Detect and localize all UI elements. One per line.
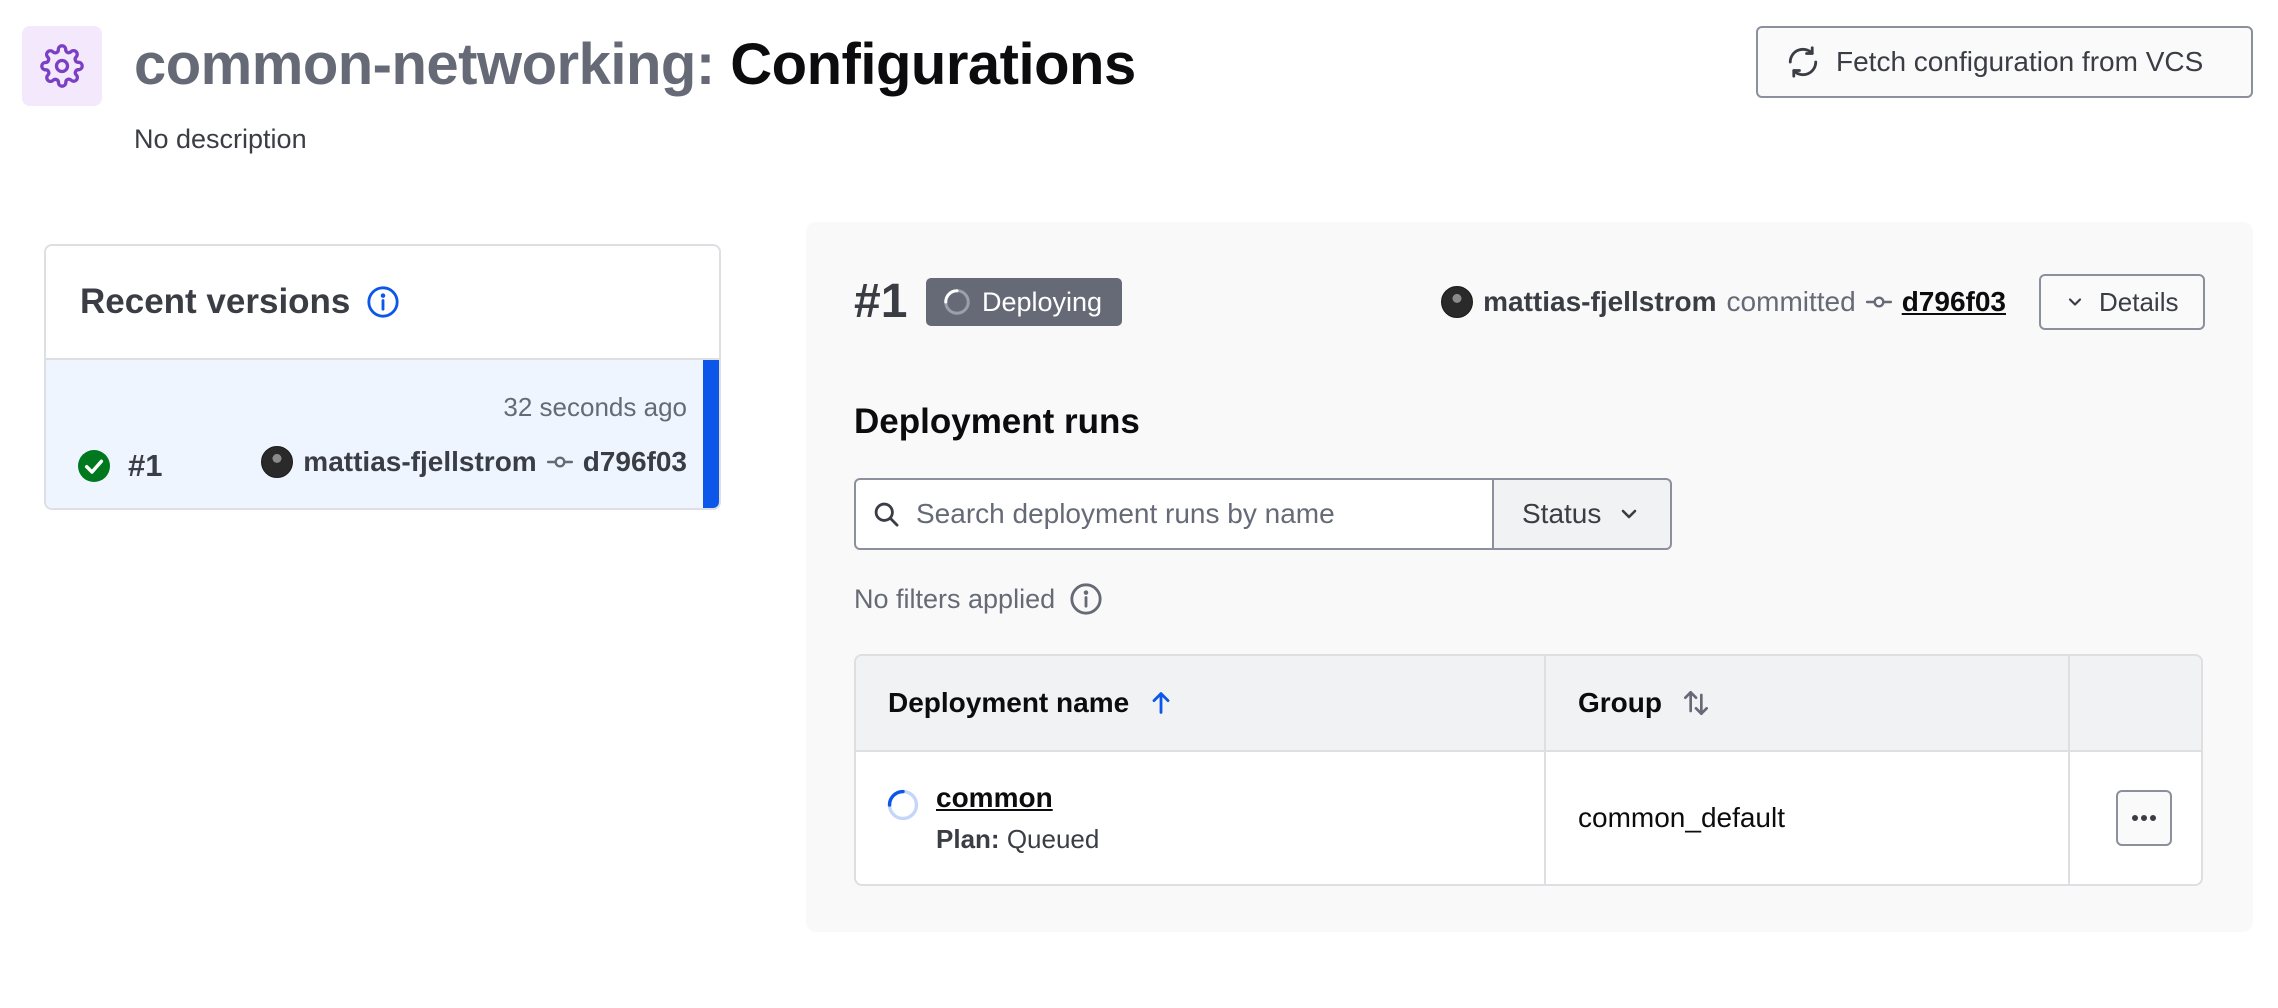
more-actions-button[interactable] (2116, 790, 2172, 846)
avatar (1441, 286, 1474, 318)
success-check-icon (78, 450, 110, 482)
info-icon[interactable] (366, 285, 400, 319)
search-input[interactable] (916, 498, 1476, 530)
fetch-configuration-label: Fetch configuration from VCS (1836, 46, 2204, 77)
info-icon[interactable] (1069, 582, 1103, 616)
workspace-name: common-networking: (134, 32, 715, 97)
column-label: Group (1578, 687, 1662, 718)
search-icon (874, 502, 899, 527)
status-filter-label: Status (1522, 498, 1602, 529)
column-header-deployment-name[interactable]: Deployment name (856, 656, 1546, 750)
version-author: mattias-fjellstrom (303, 446, 537, 477)
plan-label: Plan: (936, 824, 1000, 854)
loading-spinner-icon (887, 789, 919, 821)
avatar (261, 446, 294, 478)
plan-status-value: Queued (1006, 824, 1100, 854)
actions-cell (2070, 752, 2201, 884)
selected-indicator (703, 360, 719, 508)
version-time: 32 seconds ago (503, 392, 687, 422)
sort-unsorted-icon (1684, 691, 1708, 715)
page-description: No description (134, 124, 307, 154)
search-field (854, 478, 1494, 550)
detail-commit-link[interactable]: d796f03 (1902, 286, 2006, 318)
committed-label: committed (1726, 286, 1856, 317)
details-button-label: Details (2099, 286, 2179, 317)
version-list-item[interactable]: 32 seconds ago #1 mattias-fjellstrom d79… (46, 360, 719, 508)
loading-spinner-icon (944, 289, 970, 315)
page-title: common-networking: Configurations (134, 28, 1136, 102)
deployment-name-cell: common Plan: Queued (856, 752, 1546, 884)
status-badge: Deploying (926, 278, 1122, 326)
chevron-down-icon (2068, 298, 2082, 306)
version-detail-panel: #1 Deploying mattias-fjellstrom committe… (806, 222, 2253, 932)
chevron-down-icon (1622, 509, 1637, 519)
column-header-group[interactable]: Group (1546, 656, 2070, 750)
gear-icon (40, 44, 84, 88)
column-header-actions (2070, 656, 2201, 750)
status-badge-label: Deploying (982, 286, 1103, 317)
commit-icon (546, 456, 573, 468)
filters-status: No filters applied (854, 582, 1103, 616)
group-value: common_default (1578, 802, 1786, 833)
refresh-icon (1788, 46, 1818, 78)
section-name: Configurations (730, 32, 1136, 97)
details-button[interactable]: Details (2039, 274, 2205, 330)
detail-author: mattias-fjellstrom (1483, 286, 1717, 317)
version-commit-sha: d796f03 (582, 446, 687, 477)
version-commit-meta: mattias-fjellstrom d796f03 (261, 446, 687, 478)
version-number: #1 (128, 448, 163, 483)
table-row: common Plan: Queued common_default (856, 752, 2201, 884)
table-header: Deployment name Group (856, 656, 2201, 752)
recent-versions-title: Recent versions (80, 282, 351, 321)
more-horizontal-icon (2132, 815, 2156, 821)
sort-ascending-icon (1152, 692, 1170, 714)
deployment-runs-table: Deployment name Group common Plan: Queue… (854, 654, 2203, 886)
plan-status: Plan: Queued (936, 824, 1099, 855)
detail-version-number: #1 (854, 275, 908, 328)
no-filters-label: No filters applied (854, 583, 1056, 614)
group-cell: common_default (1546, 752, 2070, 884)
deployment-link[interactable]: common (936, 782, 1053, 814)
deployment-runs-title: Deployment runs (854, 402, 1140, 441)
recent-versions-header: Recent versions (46, 246, 719, 360)
fetch-configuration-button[interactable]: Fetch configuration from VCS (1756, 26, 2253, 98)
configuration-gear-icon-box (22, 26, 102, 106)
column-label: Deployment name (888, 687, 1130, 718)
recent-versions-card: Recent versions 32 seconds ago #1 mattia… (44, 244, 721, 510)
commit-icon (1865, 296, 1892, 308)
detail-commit-meta: mattias-fjellstrom committed d796f03 (1441, 286, 2006, 318)
status-filter-dropdown[interactable]: Status (1492, 478, 1672, 550)
